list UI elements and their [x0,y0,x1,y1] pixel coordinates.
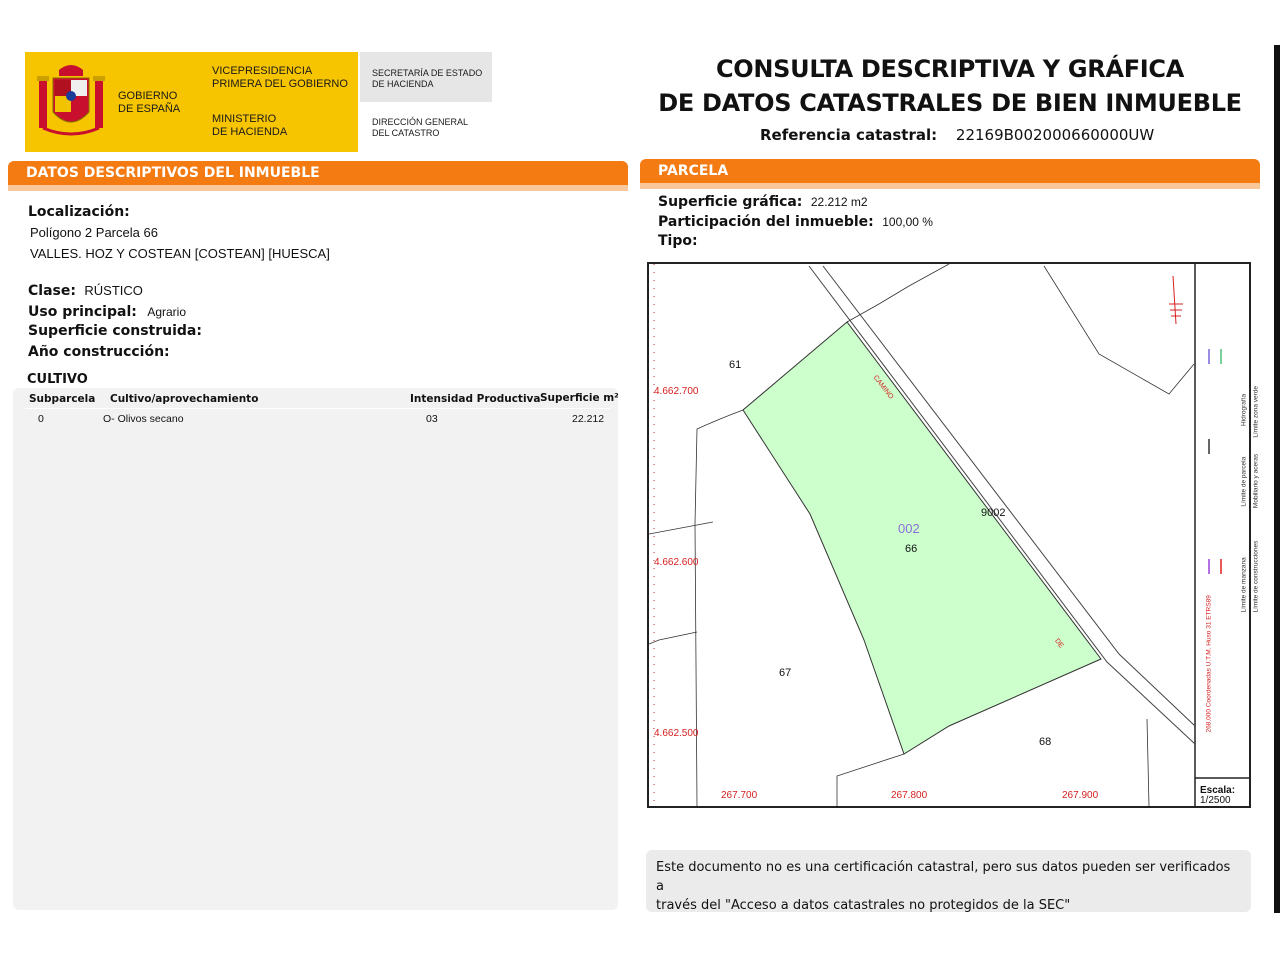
y-tick-3: 4.662.500 [654,728,699,739]
table-cell-intensidad: 03 [426,413,438,425]
gobierno-text: GOBIERNO DE ESPAÑA [118,90,181,115]
sup-grafica-label: Superficie gráfica: [658,194,803,210]
x-tick-1: 267.700 [721,790,758,801]
clase-label: Clase: [28,283,76,299]
section-header-underline [8,185,628,191]
legend-limite-parcela: Límite de parcela [1240,456,1248,507]
participacion-label: Participación del inmueble: [658,214,874,230]
localizacion-line1: Polígono 2 Parcela 66 [30,225,158,240]
referencia-label: Referencia catastral: [760,126,938,144]
coords-label: 268.000 Coordenadas U.T.M. Huso 31 ETRS8… [1205,573,1213,733]
parcel-number-66: 66 [905,543,918,555]
legend-col-2: Límite de construcciones Mobiliario y ac… [1252,386,1260,613]
table-header-cultivo: Cultivo/aprovechamiento [110,393,259,405]
referencia-catastral: Referencia catastral: 22169B002000660000… [760,126,1154,144]
participacion-value: 100,00 % [882,215,933,229]
section-header-datos: DATOS DESCRIPTIVOS DEL INMUEBLE [8,161,628,185]
anio-construccion-label: Año construcción: [28,344,170,360]
table-cell-subparcela: 0 [38,413,44,425]
y-tick-1: 4.662.700 [654,386,699,397]
legend-col-1: Límite de manzana Límite de parcela Hidr… [1240,394,1248,613]
parcel-label-68: 68 [1039,736,1052,748]
table-header-intensidad: Intensidad Productiva [410,393,541,405]
referencia-value: 22169B002000660000UW [955,126,1155,144]
clase-value: RÚSTICO [84,283,143,298]
parcel-label-67: 67 [779,667,792,679]
coords-prefix: 268.000 [1205,709,1213,733]
legend-mobiliario: Mobiliario y aceras [1252,453,1260,509]
notice-line1: Este documento no es una certificación c… [656,860,1231,894]
coat-of-arms-icon [35,62,107,140]
table-header-superficie: Superficie m² [540,392,619,404]
direccion-general-text: DIRECCIÓN GENERAL DEL CATASTRO [372,117,469,138]
x-tick-2: 267.800 [891,790,928,801]
vicepresidencia-text: VICEPRESIDENCIA PRIMERA DEL GOBIERNO [212,65,348,90]
parcel-66-polygon [742,321,1102,755]
legend-hidrografia: Hidrografía [1240,393,1248,427]
section-header-parcela-underline [640,183,1260,189]
parcel-label-9002: 9002 [981,507,1006,519]
disclaimer-notice: Este documento no es una certificación c… [646,850,1251,913]
legend-zona-verde: Límite zona verde [1252,385,1260,438]
cultivo-title: CULTIVO [27,372,88,387]
cultivo-table-panel [13,388,618,910]
legend-limite-manzana: Límite de manzana [1240,557,1248,613]
legend-limite-construcciones: Límite de construcciones [1252,540,1260,613]
table-cell-superficie: 22.212 [572,413,605,425]
sup-grafica-row: Superficie gráfica: 22.212 m2 [658,193,868,211]
scale-value: 1/2500 [1200,795,1231,806]
uso-row: Uso principal: Agrario [28,303,186,321]
uso-value: Agrario [147,305,186,319]
cadastral-map: 4.662.700 4.662.600 4.662.500 267.700 26… [647,262,1260,808]
parcel-label-61: 61 [729,359,742,371]
uso-label: Uso principal: [28,304,137,320]
clase-row: Clase: RÚSTICO [28,282,143,300]
coords-text: Coordenadas U.T.M. Huso 31 ETRS89 [1205,595,1213,708]
superficie-construida-label: Superficie construida: [28,323,202,339]
tipo-label: Tipo: [658,233,698,249]
subparcel-code: 002 [898,521,920,536]
page-title-line1: CONSULTA DESCRIPTIVA Y GRÁFICA [715,55,1185,83]
y-tick-2: 4.662.600 [654,557,699,568]
table-header-subparcela: Subparcela [29,393,96,405]
sup-grafica-value: 22.212 m2 [810,195,868,209]
page-edge [1274,45,1280,913]
x-tick-3: 267.900 [1062,790,1099,801]
page-title-line2: DE DATOS CATASTRALES DE BIEN INMUEBLE [658,89,1242,117]
section-header-parcela: PARCELA [640,159,1260,183]
participacion-row: Participación del inmueble: 100,00 % [658,213,933,231]
localizacion-label: Localización: [28,204,130,220]
notice-line2: través del "Acceso a datos catastrales n… [656,898,1071,913]
table-cell-cultivo: O- Olivos secano [103,413,184,425]
ministerio-text: MINISTERIO DE HACIENDA [212,113,288,138]
localizacion-line2: VALLES. HOZ Y COSTEAN [COSTEAN] [HUESCA] [30,246,330,261]
secretaria-text: SECRETARÍA DE ESTADO DE HACIENDA [372,68,483,89]
north-arrow-icon [1169,275,1183,325]
table-divider [25,408,610,409]
